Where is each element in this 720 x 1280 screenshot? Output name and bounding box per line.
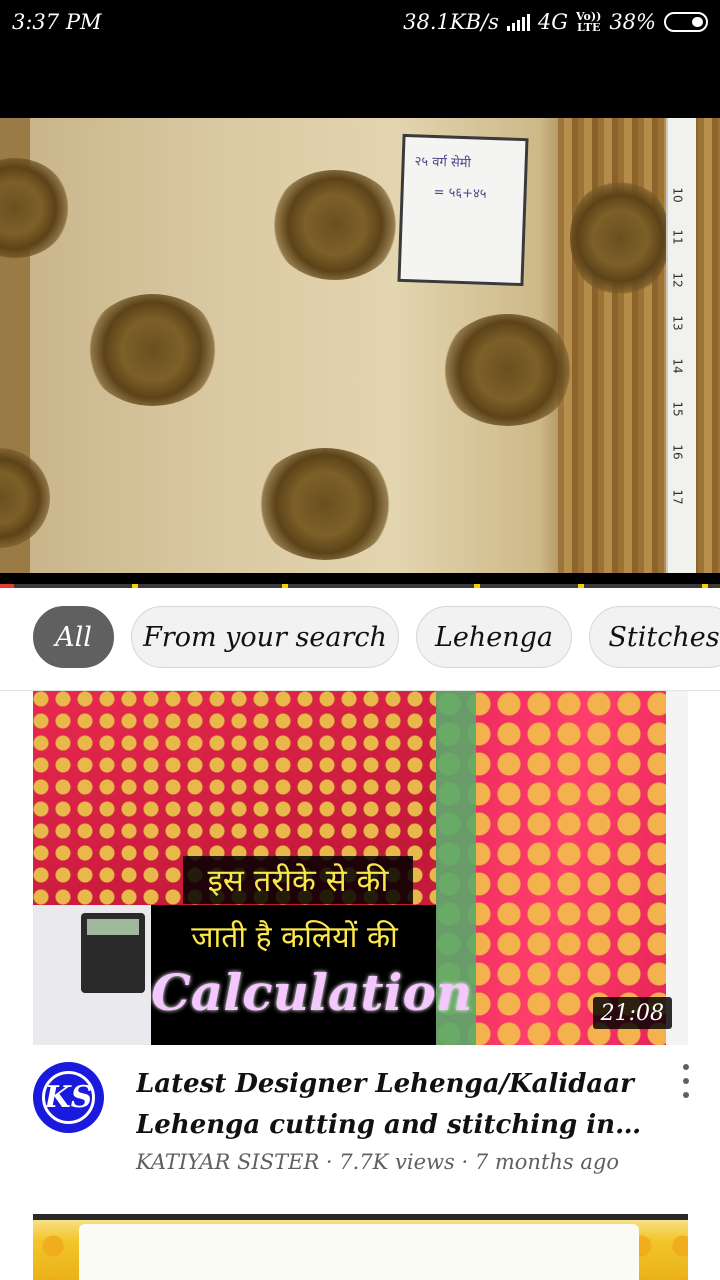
volte-icon: Vo)) LTE [576,11,601,33]
fabric-motif [270,170,400,280]
status-indicators: 38.1KB/s 4G Vo)) LTE 38% [403,10,708,34]
fabric-motif [570,178,670,298]
tape-number: 12 [670,272,685,288]
network-speed: 38.1KB/s [403,10,499,34]
avatar-initials: KS [44,1080,93,1115]
tape-number: 16 [670,444,685,460]
thumbnail-text-line1: इस तरीके से की [183,856,413,904]
measuring-tape: 10 11 12 13 14 15 16 17 [666,118,696,573]
video-thumbnail[interactable]: इस तरीके से की जाती है कलियों की Calcula… [33,691,688,1045]
card-line-1: २५ वर्ग सेमी [414,154,472,172]
filter-chips: All From your search Lehenga Stitches [0,588,720,691]
video-duration: 21:08 [592,997,672,1029]
tape-number: 11 [670,229,685,245]
tape-number: 14 [670,358,685,374]
video-player[interactable]: २५ वर्ग सेमी = ५६+४५ 10 11 12 13 14 15 1… [0,50,720,588]
more-options-icon[interactable] [670,1064,702,1098]
paper-card: २५ वर्ग सेमी = ५६+४५ [397,133,529,287]
fabric-motif [255,448,395,560]
battery-icon [664,12,708,32]
tape-number: 17 [670,489,685,505]
chip-all[interactable]: All [33,606,114,668]
volte-bottom: LTE [576,21,601,34]
thumbnail-text-line3: Calculation [151,963,473,1022]
signal-icon [506,13,530,31]
next-video-thumbnail[interactable] [33,1214,688,1280]
status-time: 3:37 PM [12,10,102,34]
network-type: 4G [537,10,569,34]
fabric-motif [0,448,50,548]
chip-lehenga[interactable]: Lehenga [416,606,572,668]
battery-percent: 38% [609,10,656,34]
calculator-icon [81,913,145,993]
chip-from-your-search[interactable]: From your search [131,606,399,668]
tape-number: 13 [670,315,685,331]
tape-number: 15 [670,401,685,417]
chip-stitches[interactable]: Stitches [589,606,720,668]
video-title[interactable]: Latest Designer Lehenga/Kalidaar Lehenga… [136,1064,656,1146]
video-frame: २५ वर्ग सेमी = ५६+४५ 10 11 12 13 14 15 1… [0,118,720,573]
fabric-motif [85,294,220,406]
channel-avatar[interactable]: KS [33,1062,104,1133]
video-meta: KATIYAR SISTER · 7.7K views · 7 months a… [136,1150,619,1174]
fabric-motif [440,314,575,426]
card-line-2: = ५६+४५ [433,184,487,202]
status-bar: 3:37 PM 38.1KB/s 4G Vo)) LTE 38% [0,0,720,50]
calculator-image [33,905,151,1045]
thumbnail-text-line2: जाती है कलियों की [191,920,398,955]
tape-number: 10 [670,187,685,203]
fabric-motif [0,158,70,258]
